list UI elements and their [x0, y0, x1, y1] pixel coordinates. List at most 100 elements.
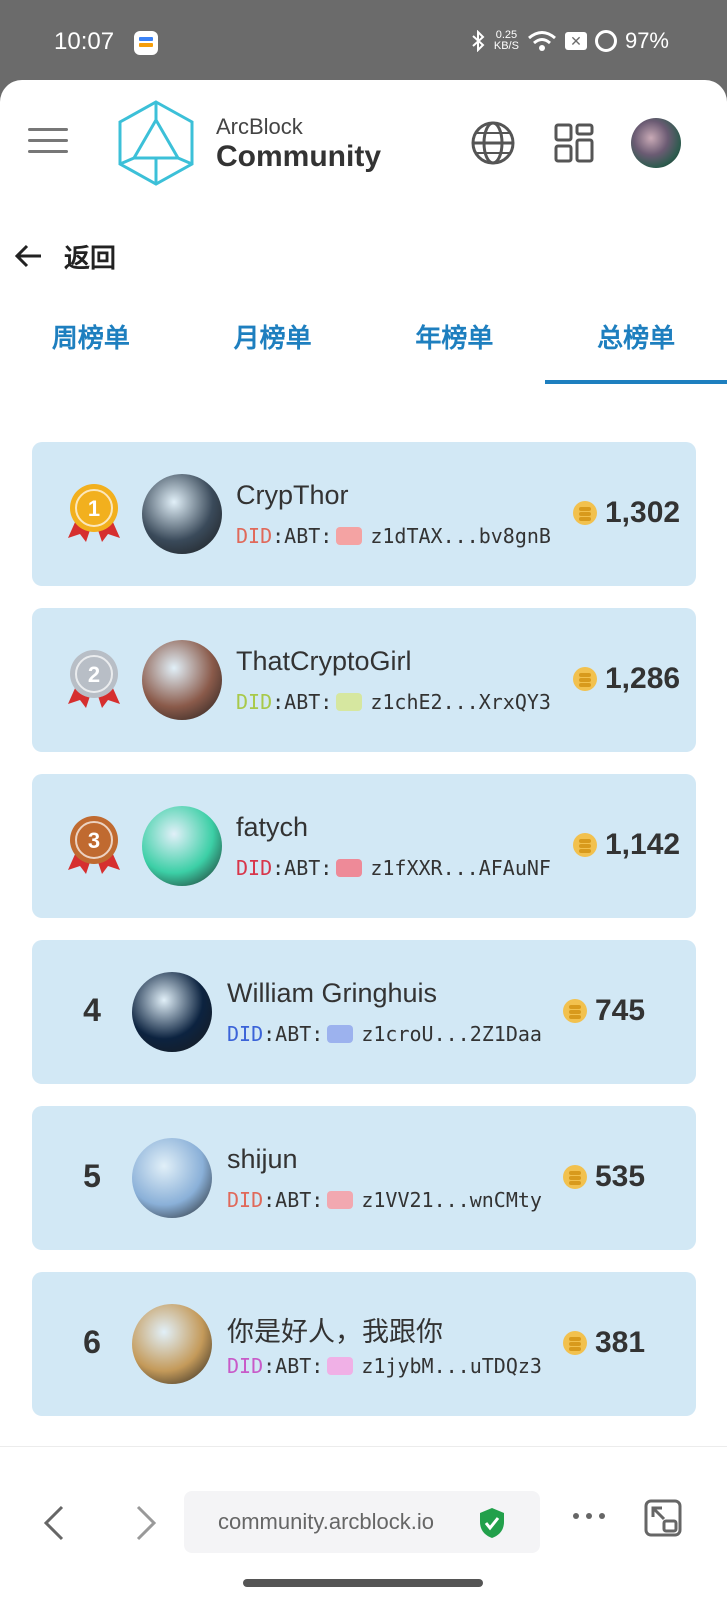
back-label: 返回: [64, 242, 117, 273]
more-dots-icon[interactable]: [572, 1511, 606, 1521]
coin-icon: [563, 999, 587, 1023]
back-button[interactable]: 返回: [14, 236, 116, 276]
svg-text:3: 3: [88, 828, 100, 853]
user-did[interactable]: DID:ABT: z1croU...2Z1Daa: [227, 1022, 542, 1046]
user-did[interactable]: DID:ABT: z1jybM...uTDQz3: [227, 1354, 542, 1378]
svg-text:2: 2: [88, 662, 100, 687]
user-name[interactable]: 你是好人，我跟你: [227, 1310, 443, 1349]
leaderboard-row-2[interactable]: 2 ThatCryptoGirl DID:ABT: z1chE2...XrxQY3…: [32, 608, 696, 752]
user-avatar[interactable]: [132, 1138, 212, 1218]
user-did[interactable]: DID:ABT: z1VV21...wnCMty: [227, 1188, 542, 1212]
did-suffix: :ABT:: [263, 1022, 324, 1046]
rank-number: 6: [83, 1324, 101, 1360]
tab-weekly[interactable]: 周榜单: [0, 308, 182, 384]
did-prefix: DID: [227, 1354, 264, 1378]
chevron-right-icon[interactable]: [132, 1503, 160, 1543]
user-avatar[interactable]: [142, 640, 222, 720]
chevron-left-icon[interactable]: [40, 1503, 68, 1543]
url-text: community.arcblock.io: [218, 1509, 434, 1534]
app-notification-icon: [134, 31, 158, 55]
user-did[interactable]: DID:ABT: z1fXXR...AFAuNF: [236, 856, 551, 880]
medal-icon: 2: [68, 650, 120, 708]
did-avatar-icon: [336, 859, 363, 877]
did-suffix: :ABT:: [272, 856, 333, 880]
sim-off-icon: ✕: [564, 32, 587, 50]
leaderboard-tabs: 周榜单 月榜单 年榜单 总榜单: [0, 308, 727, 384]
url-bar[interactable]: community.arcblock.io: [184, 1491, 540, 1553]
brand-name-main: Community: [216, 140, 381, 173]
did-address: z1VV21...wnCMty: [361, 1188, 542, 1212]
status-bar: 10:07 0.25 KB/S ✕ 97%: [0, 0, 727, 82]
coin-icon: [573, 667, 597, 691]
user-score: 535: [595, 1160, 646, 1193]
user-avatar-button[interactable]: [631, 118, 681, 168]
user-name[interactable]: William Gringhuis: [227, 978, 437, 1009]
did-prefix: DID: [236, 856, 273, 880]
user-score: 381: [595, 1326, 646, 1359]
wifi-icon: [527, 31, 556, 51]
user-avatar[interactable]: [142, 474, 222, 554]
net-speed: 0.25 KB/S: [493, 29, 519, 52]
arcblock-logo-icon[interactable]: [116, 98, 196, 188]
did-avatar-icon: [327, 1191, 354, 1209]
status-time: 10:07: [54, 28, 115, 55]
user-score: 1,286: [605, 662, 681, 695]
medal-icon: 1: [68, 484, 120, 542]
apps-grid-icon[interactable]: [554, 123, 594, 163]
tab-all-time[interactable]: 总榜单: [545, 308, 727, 384]
shield-check-icon: [480, 1508, 504, 1538]
battery-icon: [594, 30, 617, 52]
did-prefix: DID: [227, 1188, 264, 1212]
leaderboard-row-4[interactable]: 4 William Gringhuis DID:ABT: z1croU...2Z1…: [32, 940, 696, 1084]
did-prefix: DID: [227, 1022, 264, 1046]
did-address: z1fXXR...AFAuNF: [370, 856, 551, 880]
status-icons: 0.25 KB/S ✕ 97%: [470, 28, 669, 54]
did-suffix: :ABT:: [272, 690, 333, 714]
home-indicator[interactable]: [243, 1579, 483, 1587]
app-header: ArcBlock Community: [0, 80, 727, 208]
leaderboard-row-6[interactable]: 6 你是好人，我跟你 DID:ABT: z1jybM...uTDQz3 381: [32, 1272, 696, 1416]
user-avatar[interactable]: [132, 972, 212, 1052]
coin-icon: [563, 1165, 587, 1189]
user-did[interactable]: DID:ABT: z1chE2...XrxQY3: [236, 690, 551, 714]
tab-monthly[interactable]: 月榜单: [182, 308, 364, 384]
did-avatar-icon: [336, 527, 363, 545]
leaderboard-row-5[interactable]: 5 shijun DID:ABT: z1VV21...wnCMty 535: [32, 1106, 696, 1250]
did-suffix: :ABT:: [263, 1354, 324, 1378]
user-avatar[interactable]: [132, 1304, 212, 1384]
leaderboard-row-1[interactable]: 1 CrypThor DID:ABT: z1dTAX...bv8gnB 1,302: [32, 442, 696, 586]
coin-icon: [573, 501, 597, 525]
bluetooth-icon: [472, 30, 485, 52]
coin-icon: [573, 833, 597, 857]
user-score: 1,302: [605, 496, 681, 529]
browser-toolbar: community.arcblock.io: [0, 1446, 727, 1600]
tab-yearly[interactable]: 年榜单: [364, 308, 546, 384]
user-name[interactable]: fatych: [236, 812, 308, 843]
coin-icon: [563, 1331, 587, 1355]
did-address: z1croU...2Z1Daa: [361, 1022, 542, 1046]
did-address: z1chE2...XrxQY3: [370, 690, 551, 714]
leaderboard-row-3[interactable]: 3 fatych DID:ABT: z1fXXR...AFAuNF 1,142: [32, 774, 696, 918]
rank-number: 4: [83, 992, 101, 1028]
menu-icon[interactable]: [28, 128, 68, 158]
did-address: z1dTAX...bv8gnB: [370, 524, 551, 548]
rank-number: 5: [83, 1158, 101, 1194]
user-name[interactable]: CrypThor: [236, 480, 349, 511]
user-avatar[interactable]: [142, 806, 222, 886]
user-name[interactable]: ThatCryptoGirl: [236, 646, 412, 677]
picture-in-picture-icon[interactable]: [644, 1499, 682, 1537]
brand-name-top: ArcBlock: [216, 114, 303, 139]
leaderboard-list: 1 CrypThor DID:ABT: z1dTAX...bv8gnB 1,302…: [32, 442, 696, 1438]
user-name[interactable]: shijun: [227, 1144, 298, 1175]
did-avatar-icon: [327, 1357, 354, 1375]
globe-icon[interactable]: [470, 120, 516, 166]
user-score: 745: [595, 994, 646, 1027]
arrow-left-icon: [14, 244, 41, 268]
user-did[interactable]: DID:ABT: z1dTAX...bv8gnB: [236, 524, 551, 548]
medal-icon: 3: [68, 816, 120, 874]
did-avatar-icon: [336, 693, 363, 711]
battery-level: 97%: [624, 28, 669, 53]
did-avatar-icon: [327, 1025, 354, 1043]
svg-text:1: 1: [88, 496, 100, 521]
did-suffix: :ABT:: [272, 524, 333, 548]
